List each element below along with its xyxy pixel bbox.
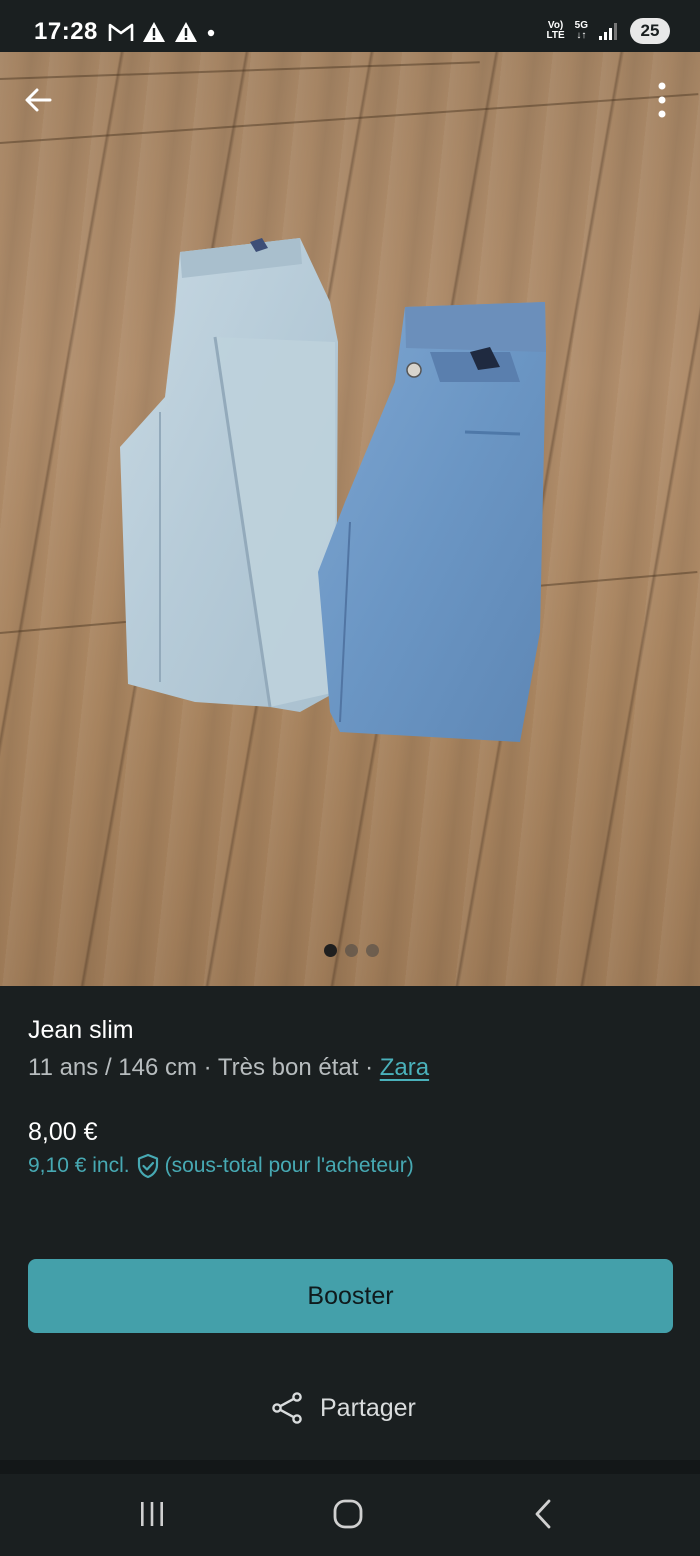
back-arrow-icon[interactable] — [20, 82, 56, 118]
recent-apps-icon[interactable] — [130, 1494, 174, 1534]
share-button[interactable]: Partager — [270, 1390, 416, 1426]
price-incl-label: 9,10 € incl. — [28, 1154, 130, 1177]
image-pager[interactable] — [324, 944, 379, 957]
pager-dot-active[interactable] — [324, 944, 337, 957]
volte-indicator: Vo) LTE — [546, 20, 565, 41]
brand-link[interactable]: Zara — [380, 1054, 429, 1081]
status-time: 17:28 — [34, 18, 98, 45]
dot-icon — [207, 29, 215, 37]
listing-price: 8,00 € — [28, 1118, 98, 1146]
booster-button[interactable]: Booster — [28, 1259, 673, 1333]
signal-icon — [599, 23, 617, 40]
notification-icons — [108, 21, 216, 43]
battery-indicator: 25 — [630, 18, 670, 44]
buyer-protection-price[interactable]: 9,10 € incl. (sous-total pour l'acheteur… — [28, 1153, 414, 1179]
jeans-image — [120, 238, 546, 742]
system-indicators: Vo) LTE 5G ↓↑ 25 — [546, 18, 670, 44]
alert-icon — [142, 22, 165, 42]
shield-check-icon — [137, 1153, 158, 1179]
pager-dot[interactable] — [345, 944, 358, 957]
listing-details: 11 ans / 146 cm · Très bon état · Zara — [28, 1054, 429, 1082]
share-icon — [272, 1392, 302, 1424]
section-divider — [0, 1460, 700, 1474]
pager-dot[interactable] — [366, 944, 379, 957]
price-incl-note: (sous-total pour l'acheteur) — [164, 1154, 414, 1177]
back-nav-icon[interactable] — [522, 1494, 566, 1534]
more-vertical-icon[interactable] — [648, 80, 676, 120]
product-photo[interactable] — [0, 52, 700, 986]
home-icon[interactable] — [326, 1494, 370, 1534]
network-type-indicator: 5G ↓↑ — [574, 20, 588, 41]
listing-title: Jean slim — [28, 1016, 134, 1044]
alert-icon — [174, 22, 197, 42]
listing-details-text: 11 ans / 146 cm · Très bon état · — [28, 1054, 380, 1081]
share-label: Partager — [320, 1393, 416, 1422]
gmail-icon — [108, 23, 134, 41]
